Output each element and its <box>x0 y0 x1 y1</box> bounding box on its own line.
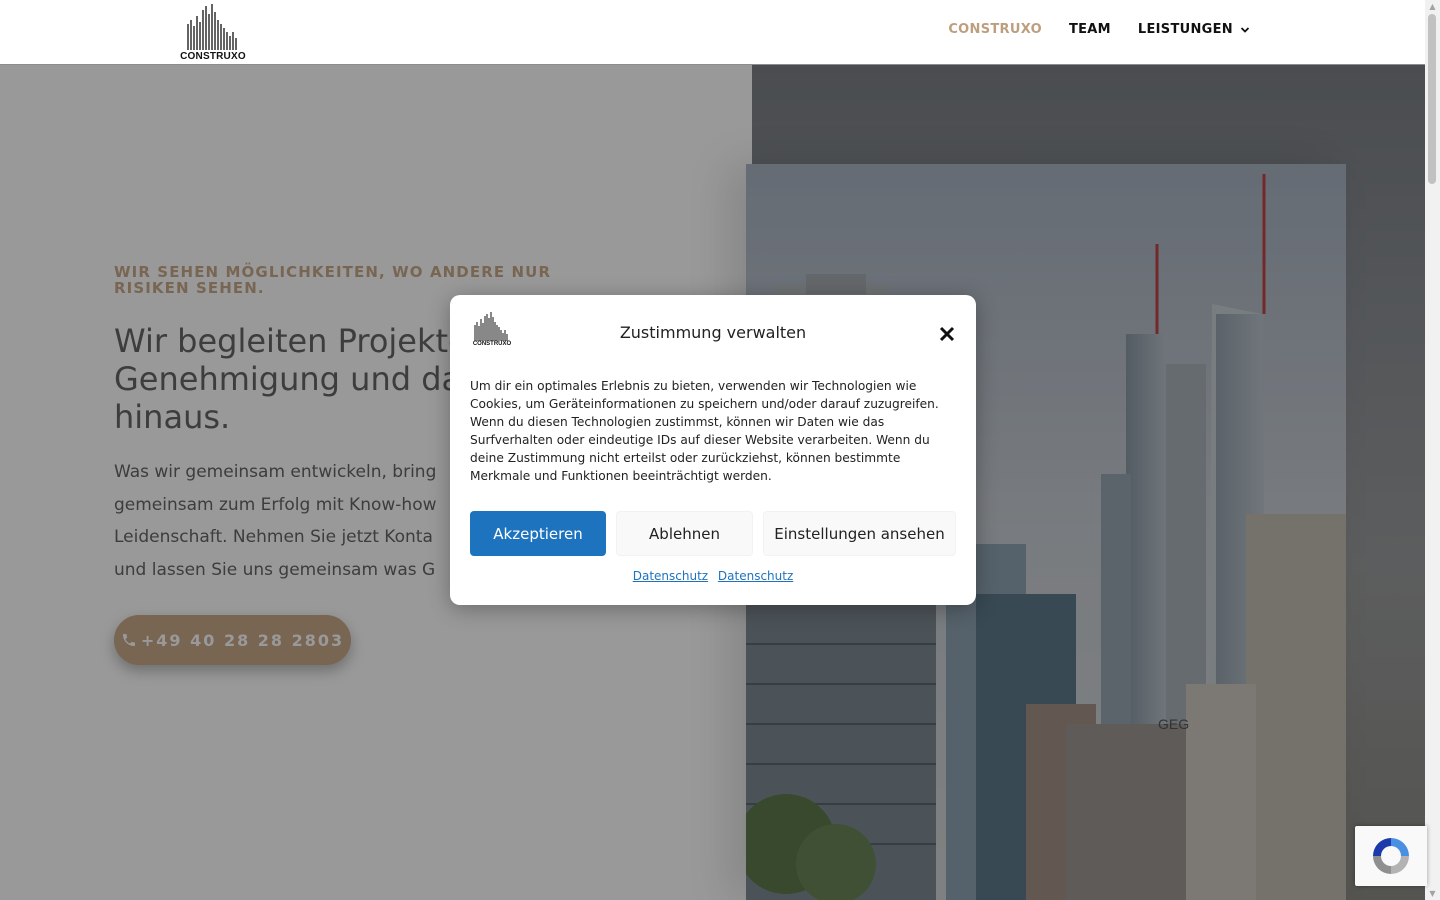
deny-button[interactable]: Ablehnen <box>616 511 753 556</box>
close-icon[interactable] <box>938 325 956 343</box>
scroll-up-arrow-icon[interactable]: ▲ <box>1428 2 1437 11</box>
consent-title: Zustimmung verwalten <box>619 323 807 342</box>
nav-item-leistungen[interactable]: LEISTUNGEN <box>1138 22 1250 37</box>
consent-dialog: CONSTRUXO Zustimmung verwalten Um dir ei… <box>450 295 976 605</box>
nav-item-leistungen-label: LEISTUNGEN <box>1137 22 1233 37</box>
nav-item-team[interactable]: TEAM <box>1069 22 1111 37</box>
consent-description: Um dir ein optimales Erlebnis zu bieten,… <box>470 379 939 483</box>
consent-links: Datenschutz Datenschutz <box>450 569 976 583</box>
recaptcha-badge[interactable] <box>1355 826 1427 886</box>
logo-mark-icon <box>187 4 237 50</box>
logo-text: CONSTRUXO <box>180 51 246 62</box>
chevron-down-icon <box>1240 26 1250 33</box>
scrollbar-thumb[interactable] <box>1428 14 1436 184</box>
privacy-link[interactable]: Datenschutz <box>718 569 793 583</box>
recaptcha-icon <box>1373 838 1409 874</box>
nav-item-construxo[interactable]: CONSTRUXO <box>948 22 1042 37</box>
accept-button[interactable]: Akzeptieren <box>470 511 606 556</box>
site-logo[interactable]: CONSTRUXO <box>178 2 248 62</box>
privacy-link[interactable]: Datenschutz <box>633 569 708 583</box>
scroll-down-arrow-icon[interactable]: ▼ <box>1428 889 1437 898</box>
view-settings-button[interactable]: Einstellungen ansehen <box>763 511 956 556</box>
page-scrollbar[interactable]: ▲ ▼ <box>1425 0 1440 900</box>
main-nav: CONSTRUXO TEAM LEISTUNGEN <box>948 22 1250 37</box>
site-header: CONSTRUXO CONSTRUXO TEAM LEISTUNGEN <box>0 0 1425 65</box>
